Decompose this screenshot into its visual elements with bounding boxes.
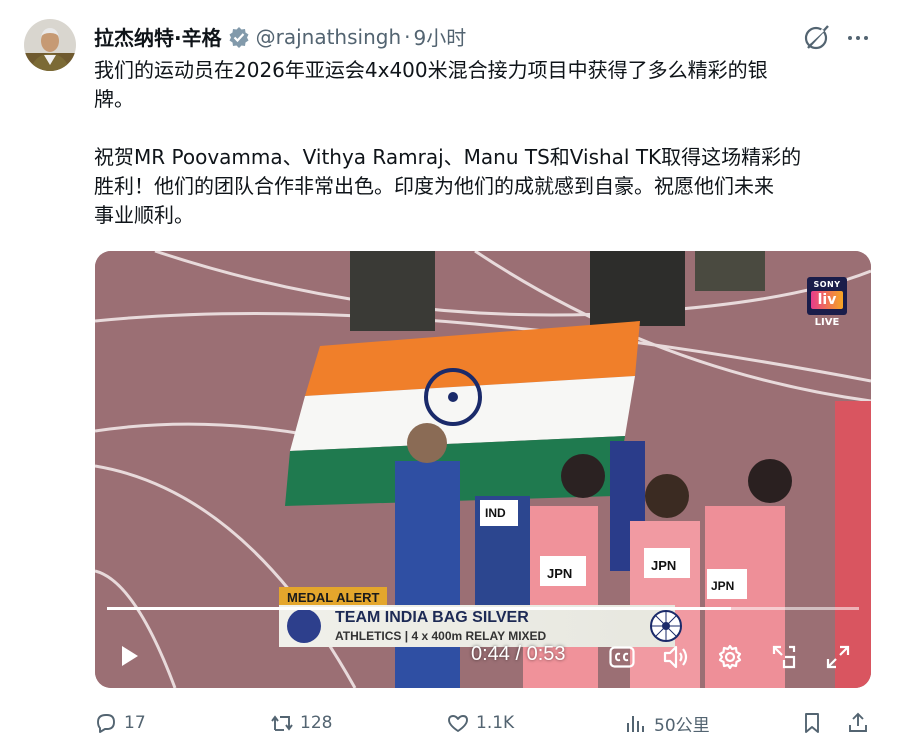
play-icon[interactable] <box>117 644 141 668</box>
bookmark-icon <box>805 713 819 733</box>
broadcaster-line2: liv <box>811 291 843 309</box>
banner-subtitle: ATHLETICS | 4 x 400m RELAY MIXED <box>335 629 547 643</box>
video-progress-bar[interactable] <box>107 607 859 610</box>
settings-gear-icon[interactable] <box>717 644 743 670</box>
medal-banner: TEAM INDIA BAG SILVER ATHLETICS | 4 x 40… <box>279 605 682 647</box>
duration: 0:53 <box>526 643 566 665</box>
video-time-readout: 0:44 / 0:53 <box>471 643 566 666</box>
views-button[interactable]: 50公里 <box>624 711 710 736</box>
grok-icon[interactable] <box>803 23 831 51</box>
current-time: 0:44 <box>471 643 510 665</box>
live-label: LIVE <box>814 317 840 328</box>
verified-badge-icon[interactable] <box>228 26 250 48</box>
like-count: 1.1K <box>476 713 515 733</box>
tweet-actions: 17 128 1.1K 50公里 <box>94 708 874 740</box>
views-icon <box>627 715 644 732</box>
tweet-line: 我们的运动员在2026年亚运会4x400米混合接力项目中获得了多么精彩的银 <box>94 58 768 82</box>
views-count: 50公里 <box>654 716 710 736</box>
video-progress-fill <box>107 607 732 610</box>
tweet-line: 事业顺利。 <box>94 203 194 227</box>
fullscreen-icon[interactable] <box>825 644 851 670</box>
like-icon <box>448 715 468 732</box>
broadcaster-line1: SONY <box>813 280 841 289</box>
banner-headline: TEAM INDIA BAG SILVER <box>335 609 529 626</box>
bib-label: JPN <box>711 579 735 593</box>
tweet-time[interactable]: 9小时 <box>413 22 466 51</box>
like-button[interactable]: 1.1K <box>446 711 514 735</box>
retweet-icon <box>271 715 293 731</box>
athletics-logo-icon <box>287 609 321 643</box>
tweet-line: 牌。 <box>94 87 134 111</box>
time-separator: / <box>515 643 522 665</box>
volume-icon[interactable] <box>662 644 690 670</box>
retweet-button[interactable]: 128 <box>270 711 332 735</box>
avatar[interactable] <box>24 19 76 71</box>
retweet-count: 128 <box>300 713 333 733</box>
broadcaster-logo: SONY liv LIVE <box>807 277 847 329</box>
bib-label: JPN <box>547 566 573 581</box>
tweet-text: 我们的运动员在2026年亚运会4x400米混合接力项目中获得了多么精彩的银 牌。… <box>94 56 884 230</box>
more-icon[interactable] <box>846 26 870 50</box>
header-separator: · <box>404 24 411 49</box>
chakra-icon <box>647 607 685 645</box>
reply-count: 17 <box>124 713 146 733</box>
reply-button[interactable]: 17 <box>94 711 146 735</box>
bookmark-button[interactable] <box>800 711 830 735</box>
reply-icon <box>97 714 115 733</box>
share-button[interactable] <box>846 711 876 735</box>
author-handle[interactable]: @rajnathsingh <box>256 25 402 49</box>
author-name[interactable]: 拉杰纳特·辛格 <box>94 22 222 51</box>
share-icon <box>849 712 867 732</box>
video-player[interactable]: SONY liv LIVE JPN JPN JPN IND MEDAL ALER… <box>95 251 871 688</box>
tweet-line: 胜利！他们的团队合作非常出色。印度为他们的成就感到自豪。祝愿他们未来 <box>94 174 774 198</box>
tweet-line: 祝贺MR Poovamma、Vithya Ramraj、Manu TS和Vish… <box>94 145 802 169</box>
pip-icon[interactable] <box>771 644 797 670</box>
bib-label: JPN <box>651 558 677 573</box>
bib-label: IND <box>485 506 506 520</box>
captions-icon[interactable] <box>609 646 635 668</box>
tweet-header: 拉杰纳特·辛格 @rajnathsingh · 9小时 <box>94 22 466 51</box>
